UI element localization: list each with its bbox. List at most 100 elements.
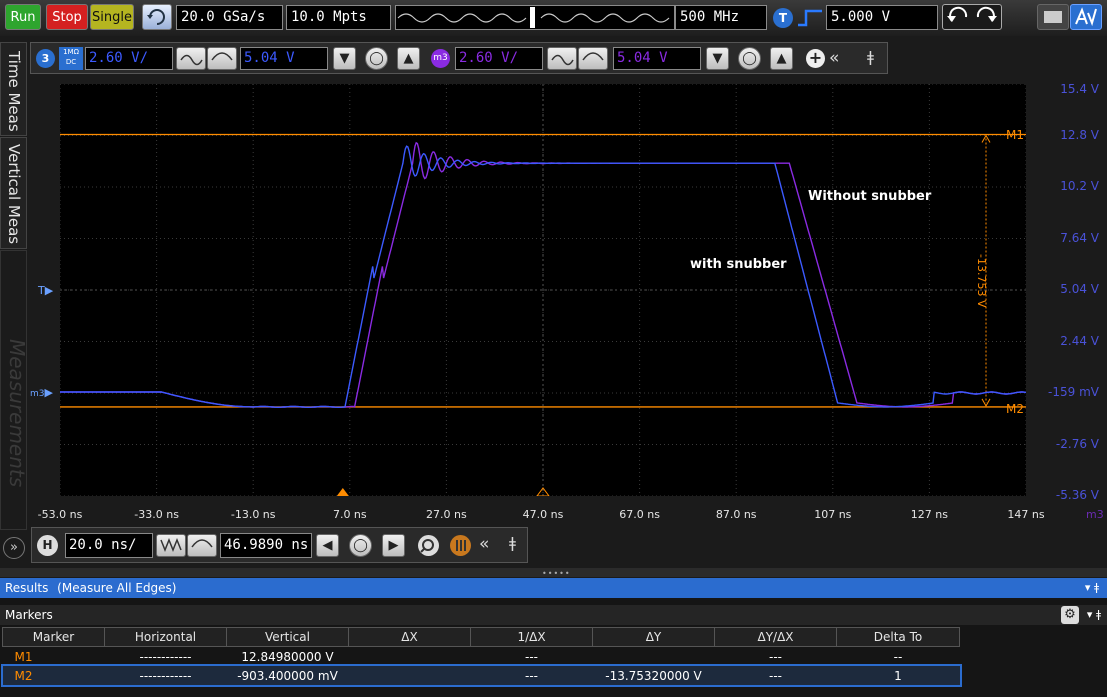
- column-header[interactable]: Marker: [2, 627, 105, 647]
- trigger-time-marker: [336, 488, 349, 496]
- column-header[interactable]: Vertical: [226, 627, 349, 647]
- time-scale-field[interactable]: 20.0 ns/: [65, 533, 153, 558]
- x-axis-tick-label: 127 ns: [910, 508, 948, 521]
- pane-splitter[interactable]: •••••: [0, 568, 1107, 578]
- markers-table: Marker Horizontal Vertical ΔX 1/ΔX ΔY ΔY/ΔX Del…: [0, 627, 962, 687]
- position-left-button[interactable]: ◀: [316, 534, 339, 557]
- triangle-down-icon: ▼: [339, 51, 350, 66]
- m3-offset-up-button[interactable]: ▲: [770, 47, 793, 70]
- horizontal-badge[interactable]: H: [37, 535, 58, 556]
- waveform-display[interactable]: [59, 83, 1027, 497]
- y-axis-tick-label: 5.04 V: [1060, 282, 1099, 296]
- auto-scale-button[interactable]: [1070, 4, 1102, 30]
- ch3-scale-up-button[interactable]: [207, 47, 237, 70]
- column-header[interactable]: ΔY/ΔX: [714, 627, 837, 647]
- expand-sidebar-button[interactable]: »: [3, 537, 25, 559]
- delta-y-readout: -13.753 V: [975, 254, 988, 308]
- math-3-badge[interactable]: m3: [431, 49, 450, 68]
- bandwidth-field[interactable]: 500 MHz: [675, 5, 767, 30]
- column-header[interactable]: ΔX: [348, 627, 471, 647]
- time-scale-up-button[interactable]: [187, 534, 217, 557]
- tab-vertical-meas[interactable]: Vertical Meas: [0, 137, 27, 249]
- gear-icon[interactable]: ⚙: [1061, 606, 1079, 624]
- default-setup-button[interactable]: [142, 4, 172, 30]
- x-axis-tick-label: 67.0 ns: [619, 508, 660, 521]
- table-row[interactable]: M2 ------------ -903.400000 mV --- -13.75320…: [0, 664, 962, 687]
- results-pane: Results (Measure All Edges) ▾ ǂ Markers …: [0, 578, 1107, 697]
- acquisition-overview[interactable]: [395, 5, 675, 30]
- pin-icon[interactable]: ǂ: [867, 48, 874, 66]
- table-cell: ---: [525, 649, 538, 664]
- ch3-offset-up-button[interactable]: ▲: [397, 47, 420, 70]
- window-layout-button[interactable]: [1037, 4, 1069, 30]
- table-row[interactable]: M1 ------------ 12.84980000 V --- --- --: [3, 647, 960, 667]
- add-channel-button[interactable]: +: [806, 49, 825, 68]
- column-header[interactable]: Horizontal: [104, 627, 227, 647]
- tab-measurements[interactable]: Measurements: [0, 250, 29, 530]
- segments-icon: [456, 540, 466, 551]
- results-subtitle: (Measure All Edges): [57, 581, 177, 595]
- trigger-indicator[interactable]: T: [773, 8, 793, 28]
- ground-marker-label: m3: [30, 389, 45, 399]
- math-3-scale-field[interactable]: 2.60 V/: [455, 47, 543, 70]
- m3-offset-down-button[interactable]: ▼: [706, 47, 729, 70]
- undo-redo-buttons[interactable]: [942, 4, 1002, 30]
- auto-scale-icon: [1075, 7, 1097, 27]
- memory-depth-field[interactable]: 10.0 Mpts: [286, 5, 391, 30]
- channel-3-scale-field[interactable]: 2.60 V/: [85, 47, 173, 70]
- wave-shrink-icon: [551, 54, 574, 66]
- column-header[interactable]: Delta To: [836, 627, 960, 647]
- markers-title-bar[interactable]: Markers ⚙ ▾ ǂ: [0, 605, 1107, 625]
- results-menu-icons[interactable]: ▾ ǂ: [1085, 578, 1099, 598]
- coupling-mode: DC: [65, 58, 77, 66]
- horizontal-position-field[interactable]: 46.9890 ns: [220, 533, 312, 558]
- position-right-button[interactable]: ▶: [382, 534, 405, 557]
- ch3-offset-zero-button[interactable]: ◯: [365, 47, 388, 70]
- column-header[interactable]: 1/ΔX: [470, 627, 593, 647]
- y-axis-tick-label: 12.8 V: [1060, 127, 1099, 142]
- marker-m2-label[interactable]: M2: [1006, 402, 1024, 416]
- sample-rate-field[interactable]: 20.0 GSa/s: [176, 5, 283, 30]
- refresh-icon: [147, 9, 165, 25]
- rising-edge-icon[interactable]: [797, 8, 823, 28]
- channel-3-offset-field[interactable]: 5.04 V: [240, 47, 328, 70]
- channel-3-coupling[interactable]: 1MΩ DC: [59, 47, 83, 70]
- run-button[interactable]: Run: [5, 4, 41, 30]
- ch3-offset-down-button[interactable]: ▼: [333, 47, 356, 70]
- marker-m1-label[interactable]: M1: [1006, 128, 1024, 142]
- results-title-bar[interactable]: Results (Measure All Edges) ▾ ǂ: [0, 578, 1107, 598]
- table-cell: ------------: [139, 649, 192, 664]
- collapse-chevron-icon[interactable]: «: [479, 534, 489, 554]
- m3-scale-up-button[interactable]: [578, 47, 608, 70]
- coupling-impedance: 1MΩ: [63, 48, 79, 56]
- wave-grow-icon: [582, 52, 604, 61]
- channel-3-badge[interactable]: 3: [36, 49, 55, 68]
- tab-measurements-label: Measurements: [5, 339, 29, 488]
- m3-offset-zero-button[interactable]: ◯: [738, 47, 761, 70]
- time-scale-down-button[interactable]: [156, 534, 186, 557]
- trigger-level-field[interactable]: 5.000 V: [826, 5, 938, 30]
- arrow-right-icon: ▶: [44, 284, 54, 297]
- y-axis-tick-label: 2.44 V: [1060, 333, 1099, 348]
- annotation-without-snubber: Without snubber: [808, 189, 932, 204]
- zoom-button[interactable]: [418, 535, 439, 556]
- tab-time-meas[interactable]: Time Meas: [0, 42, 27, 136]
- magnifier-icon: [420, 539, 434, 553]
- x-axis-tick-label: 27.0 ns: [426, 508, 467, 521]
- trigger-level-marker[interactable]: T▶: [38, 284, 53, 297]
- table-cell: [349, 666, 471, 685]
- math-3-offset-field[interactable]: 5.04 V: [613, 47, 701, 70]
- position-zero-button[interactable]: ◯: [349, 534, 372, 557]
- ch3-scale-down-button[interactable]: [176, 47, 206, 70]
- collapse-chevron-icon[interactable]: «: [829, 48, 839, 68]
- segments-button[interactable]: [450, 535, 471, 556]
- pin-icon[interactable]: ǂ: [509, 534, 516, 552]
- m3-scale-down-button[interactable]: [547, 47, 577, 70]
- circle-icon: ◯: [369, 51, 384, 66]
- stop-button[interactable]: Stop: [46, 4, 88, 30]
- single-button[interactable]: Single: [90, 4, 134, 30]
- channel-ground-marker[interactable]: m3▶: [30, 386, 53, 399]
- wave-compress-icon: [160, 537, 182, 553]
- column-header[interactable]: ΔY: [592, 627, 715, 647]
- markers-menu-icons[interactable]: ▾ ǂ: [1087, 605, 1101, 625]
